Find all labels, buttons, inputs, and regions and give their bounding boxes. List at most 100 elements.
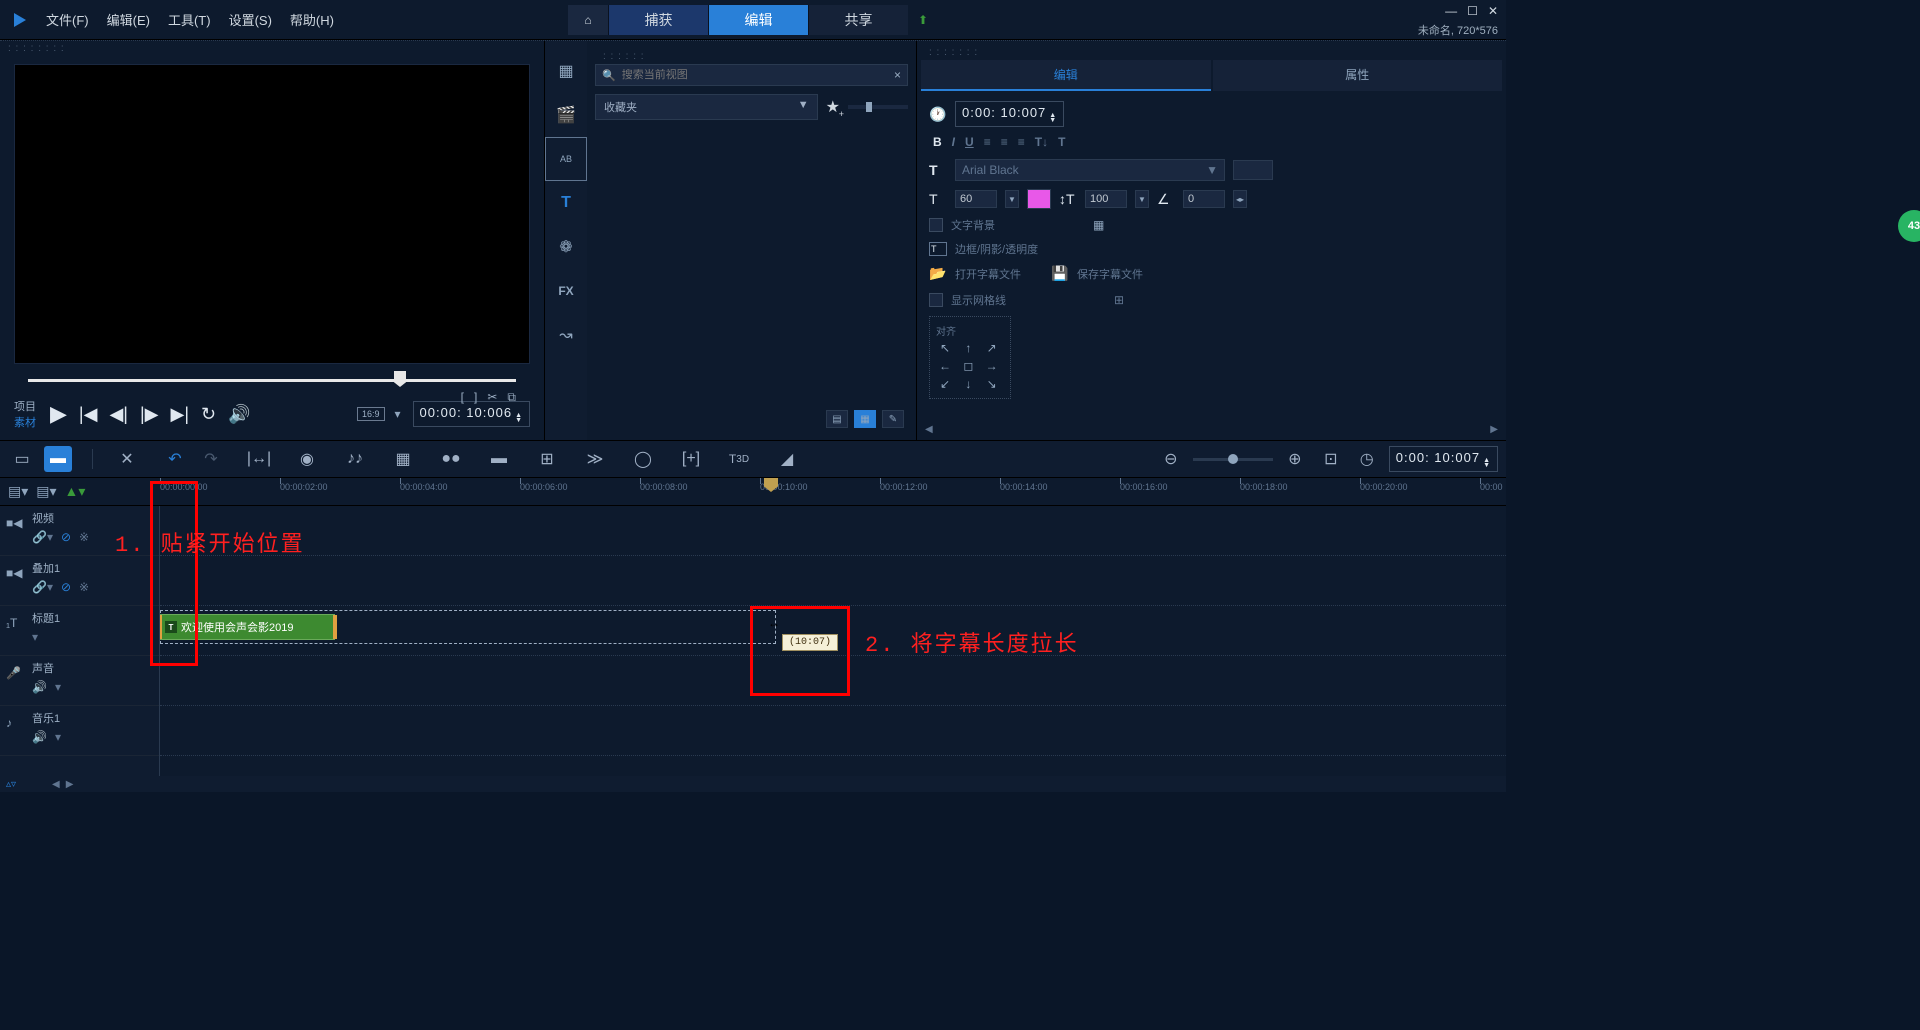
save-subtitle-label[interactable]: 保存字幕文件 — [1077, 266, 1143, 282]
redo-button[interactable]: ↷ — [197, 446, 225, 472]
prev-frame-button[interactable]: ◀| — [109, 404, 128, 425]
scroll-right-button[interactable]: ▶ — [66, 779, 74, 790]
menu-file[interactable]: 文件(F) — [46, 10, 89, 29]
search-input[interactable] — [622, 69, 894, 81]
duration-input[interactable]: 0:00: 10:007▲▼ — [955, 101, 1064, 127]
font-color-extra-dropdown[interactable] — [1233, 160, 1273, 180]
menu-tools[interactable]: 工具(T) — [168, 10, 211, 29]
fit-project-button[interactable]: ⊡ — [1317, 446, 1345, 472]
open-subtitle-label[interactable]: 打开字幕文件 — [955, 266, 1021, 282]
title-tab-icon[interactable]: T — [545, 181, 587, 225]
preview-viewport[interactable] — [14, 64, 530, 364]
italic-button[interactable]: I — [952, 135, 955, 149]
mute-icon[interactable]: 🔊 — [32, 730, 47, 744]
edit-icon[interactable]: ✎ — [882, 410, 904, 428]
mixer-button[interactable]: ♪♪ — [341, 446, 369, 472]
thumbnail-size-slider[interactable] — [848, 105, 908, 109]
align-bot-left[interactable]: ↙ — [936, 376, 954, 392]
scroll-left-button[interactable]: ◀ — [52, 779, 60, 790]
timeline-ruler[interactable]: 00:00:00:00 00:00:02:00 00:00:04:00 00:0… — [160, 478, 1506, 505]
paint-button[interactable]: ◢ — [773, 446, 801, 472]
workflow-tab-share[interactable]: 共享 — [808, 5, 908, 35]
font-color-swatch[interactable] — [1027, 189, 1051, 209]
home-button[interactable]: ⌂ — [568, 5, 608, 35]
track-manager-button[interactable]: ▵▿ — [6, 779, 16, 790]
workflow-tab-edit[interactable]: 编辑 — [708, 5, 808, 35]
track-header-title[interactable]: ₁T 标题1 ▾ — [0, 606, 159, 656]
vertical-text-icon[interactable]: T↓ — [1035, 135, 1048, 149]
rotation-input[interactable]: 0 — [1183, 190, 1225, 208]
link-icon[interactable]: 🔗▾ — [32, 580, 53, 594]
align-mid-right[interactable]: → — [983, 358, 1001, 374]
subtitle-button[interactable]: ▬ — [485, 446, 513, 472]
bold-button[interactable]: B — [933, 135, 942, 149]
repeat-button[interactable]: ↻ — [201, 404, 216, 425]
graphics-tab-icon[interactable]: ❁ — [545, 225, 587, 269]
align-center-icon[interactable]: ≡ — [1001, 135, 1008, 149]
align-right-icon[interactable]: ≡ — [1018, 135, 1025, 149]
align-mid-left[interactable]: ← — [936, 358, 954, 374]
panel-grip[interactable]: : : : : : : — [595, 49, 908, 64]
video-track-row[interactable] — [160, 506, 1506, 556]
zoom-slider[interactable] — [1193, 458, 1273, 461]
border-label[interactable]: 边框/阴影/透明度 — [955, 241, 1038, 257]
disable-icon[interactable]: ⊘ — [61, 530, 71, 544]
goto-end-button[interactable]: ▶| — [171, 404, 190, 425]
view-list-icon[interactable]: ▤ — [826, 410, 848, 428]
menu-edit[interactable]: 编辑(E) — [107, 10, 150, 29]
preview-mode-toggle[interactable]: 项目 素材 — [14, 398, 36, 430]
font-size-input[interactable]: 60 — [955, 190, 997, 208]
undo-button[interactable]: ↶ — [161, 446, 189, 472]
align-top-center[interactable]: ↑ — [959, 340, 977, 356]
fx-track-icon[interactable]: ※ — [79, 530, 89, 544]
music-track-row[interactable] — [160, 706, 1506, 756]
save-subtitle-icon[interactable]: 💾 — [1051, 265, 1069, 282]
instant-project-icon[interactable]: 🎬 — [545, 93, 587, 137]
align-top-right[interactable]: ↗ — [983, 340, 1001, 356]
multitrim-button[interactable]: ⊞ — [533, 446, 561, 472]
timeline-scrollbar[interactable]: ▵▿ ◀ ▶ — [0, 776, 1506, 792]
3d-title-button[interactable]: T3D — [725, 446, 753, 472]
search-clear-button[interactable]: × — [894, 68, 901, 82]
line-spacing-input[interactable]: 100 — [1085, 190, 1127, 208]
next-frame-button[interactable]: |▶ — [140, 404, 159, 425]
path-tab-icon[interactable]: ↝ — [545, 313, 587, 357]
split-icon[interactable]: ✂ — [487, 390, 497, 405]
project-duration-input[interactable]: 0:00: 10:007▲▼ — [1389, 446, 1498, 472]
notification-badge[interactable]: 43 — [1898, 210, 1920, 242]
align-bot-right[interactable]: ↘ — [983, 376, 1001, 392]
track-header-voice[interactable]: 🎤 声音 🔊▾ — [0, 656, 159, 706]
pan-zoom-button[interactable]: [+] — [677, 446, 705, 472]
aspect-ratio-badge[interactable]: 16:9 — [357, 407, 385, 421]
track-header-video[interactable]: ■◀ 视频 🔗▾⊘※ — [0, 506, 159, 556]
rotation-stepper[interactable]: ◂▸ — [1233, 190, 1247, 208]
upload-icon[interactable]: ⬆ — [908, 13, 938, 27]
menu-settings[interactable]: 设置(S) — [229, 10, 272, 29]
timeline-view-button[interactable]: ▬ — [44, 446, 72, 472]
rotate-text-icon[interactable]: T — [1058, 135, 1065, 149]
props-tab-attributes[interactable]: 属性 — [1213, 60, 1503, 91]
scrubber-thumb[interactable] — [394, 371, 406, 387]
title-clip[interactable]: T 欢迎使用会声会影2019 — [160, 614, 335, 640]
transition-tab-icon[interactable]: AB — [545, 137, 587, 181]
title-track-row[interactable]: T 欢迎使用会声会影2019 ↔ (10:07) — [160, 606, 1506, 656]
storyboard-view-button[interactable]: ▭ — [8, 446, 36, 472]
minimize-button[interactable]: — — [1445, 4, 1457, 18]
link-icon[interactable]: 🔗▾ — [32, 530, 53, 544]
disable-icon[interactable]: ⊘ — [61, 580, 71, 594]
maximize-button[interactable]: ☐ — [1467, 4, 1478, 18]
menu-help[interactable]: 帮助(H) — [290, 10, 334, 29]
line-spacing-dropdown[interactable]: ▼ — [1135, 190, 1149, 208]
motion-button[interactable]: ≫ — [581, 446, 609, 472]
workflow-tab-capture[interactable]: 捕获 — [608, 5, 708, 35]
zoom-in-button[interactable]: ⊕ — [1281, 446, 1309, 472]
add-favorite-icon[interactable]: ★ — [826, 97, 840, 117]
font-size-dropdown[interactable]: ▼ — [1005, 190, 1019, 208]
fit-width-button[interactable]: |↔| — [245, 446, 273, 472]
props-tab-edit[interactable]: 编辑 — [921, 60, 1211, 91]
align-left-icon[interactable]: ≡ — [984, 135, 991, 149]
open-subtitle-icon[interactable]: 📂 — [929, 265, 947, 282]
voice-track-row[interactable] — [160, 656, 1506, 706]
show-grid-checkbox[interactable] — [929, 293, 943, 307]
overlay-track-row[interactable] — [160, 556, 1506, 606]
